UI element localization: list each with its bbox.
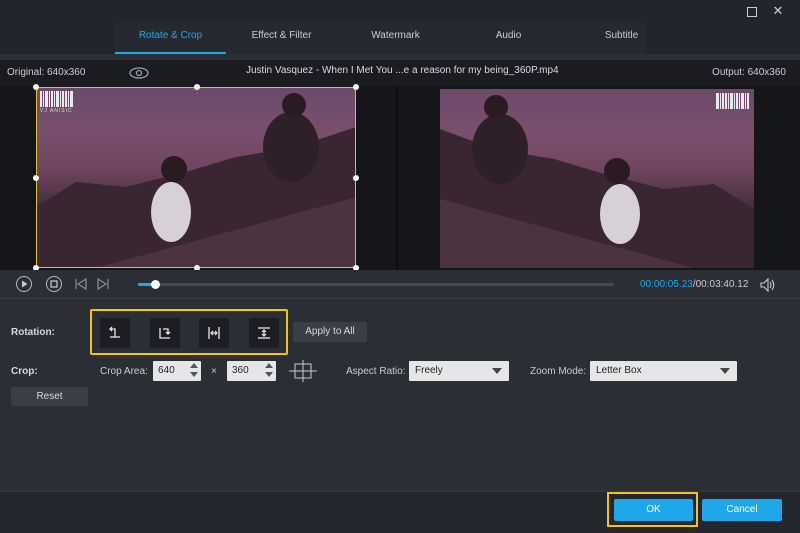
playback-controls: 00:00:05.23/00:03:40.12 <box>0 270 800 298</box>
watermark-barcode-output <box>716 93 752 115</box>
tab-bar: Rotate & Crop Effect & Filter Watermark … <box>0 22 800 54</box>
rotate-left-icon <box>109 326 120 338</box>
ok-button[interactable]: OK <box>614 499 693 521</box>
info-bar: Original: 640x360 Justin Vasquez - When … <box>0 60 800 86</box>
watermark-barcode: VJ ANISIC <box>40 91 76 114</box>
aspect-ratio-value: Freely <box>415 365 443 376</box>
volume-icon[interactable] <box>760 278 776 292</box>
zoom-mode-value: Letter Box <box>596 365 642 376</box>
cancel-button[interactable]: Cancel <box>702 499 782 521</box>
tab-subtitle[interactable]: Subtitle <box>566 22 677 54</box>
preview-divider <box>396 86 398 270</box>
flip-vertical-icon <box>258 327 270 339</box>
title-bar: ✕ <box>0 0 800 22</box>
crop-width-input[interactable]: 640 <box>153 361 201 381</box>
scene-illustration <box>36 93 356 268</box>
play-button[interactable] <box>16 276 32 292</box>
flip-vertical-button[interactable] <box>249 318 279 348</box>
original-resolution: Original: 640x360 <box>7 67 86 78</box>
next-frame-icon[interactable] <box>96 278 110 290</box>
zoom-mode-select[interactable]: Letter Box <box>590 361 737 381</box>
chevron-down-icon <box>720 368 730 374</box>
width-stepper[interactable] <box>190 363 198 379</box>
zoom-mode-label: Zoom Mode: <box>530 366 587 377</box>
original-video-frame[interactable]: VJ ANISIC <box>36 87 356 268</box>
tab-effect-filter[interactable]: Effect & Filter <box>226 22 337 54</box>
seek-handle[interactable] <box>150 280 160 289</box>
seek-bar[interactable] <box>138 280 614 289</box>
rotate-right-icon <box>159 328 171 339</box>
crop-height-input[interactable]: 360 <box>227 361 276 381</box>
crop-label: Crop: <box>11 366 38 377</box>
aspect-ratio-label: Aspect Ratio: <box>346 366 406 377</box>
rotate-right-button[interactable] <box>150 318 180 348</box>
height-stepper[interactable] <box>265 363 273 379</box>
section-divider <box>0 298 800 299</box>
scene-illustration-mirrored <box>440 95 754 268</box>
tab-watermark[interactable]: Watermark <box>340 22 451 54</box>
current-time: 00:00:05.23 <box>640 279 693 290</box>
output-video-frame <box>440 89 754 268</box>
apply-to-all-button[interactable]: Apply to All <box>293 322 367 342</box>
eye-icon[interactable] <box>128 66 150 80</box>
total-time: /00:03:40.12 <box>692 279 749 290</box>
crop-width-value: 640 <box>158 365 175 376</box>
maximize-button[interactable] <box>744 3 760 19</box>
play-icon <box>22 280 28 288</box>
rotation-label: Rotation: <box>11 327 55 338</box>
tab-strip: Rotate & Crop Effect & Filter Watermark … <box>115 22 645 54</box>
output-resolution: Output: 640x360 <box>712 67 786 78</box>
chevron-down-icon <box>492 368 502 374</box>
stop-button[interactable] <box>46 276 62 292</box>
time-display: 00:00:05.23/00:03:40.12 <box>640 279 748 290</box>
flip-horizontal-icon <box>208 327 220 339</box>
previous-frame-icon[interactable] <box>74 278 88 290</box>
times-sign: × <box>211 366 217 377</box>
file-name: Justin Vasquez - When I Met You ...e a r… <box>246 65 559 76</box>
close-button[interactable]: ✕ <box>770 3 786 19</box>
stop-icon <box>50 280 58 288</box>
reset-button[interactable]: Reset <box>11 387 88 406</box>
tab-audio[interactable]: Audio <box>453 22 564 54</box>
flip-horizontal-button[interactable] <box>199 318 229 348</box>
rotate-left-button[interactable] <box>100 318 130 348</box>
aspect-ratio-select[interactable]: Freely <box>409 361 509 381</box>
crop-height-value: 360 <box>232 365 249 376</box>
tab-rotate-crop[interactable]: Rotate & Crop <box>115 22 226 54</box>
center-crop-icon[interactable] <box>289 360 317 382</box>
watermark-text: VJ ANISIC <box>40 108 73 114</box>
preview-area: VJ ANISIC <box>0 84 800 271</box>
crop-area-label: Crop Area: <box>100 366 148 377</box>
maximize-icon <box>747 6 757 17</box>
